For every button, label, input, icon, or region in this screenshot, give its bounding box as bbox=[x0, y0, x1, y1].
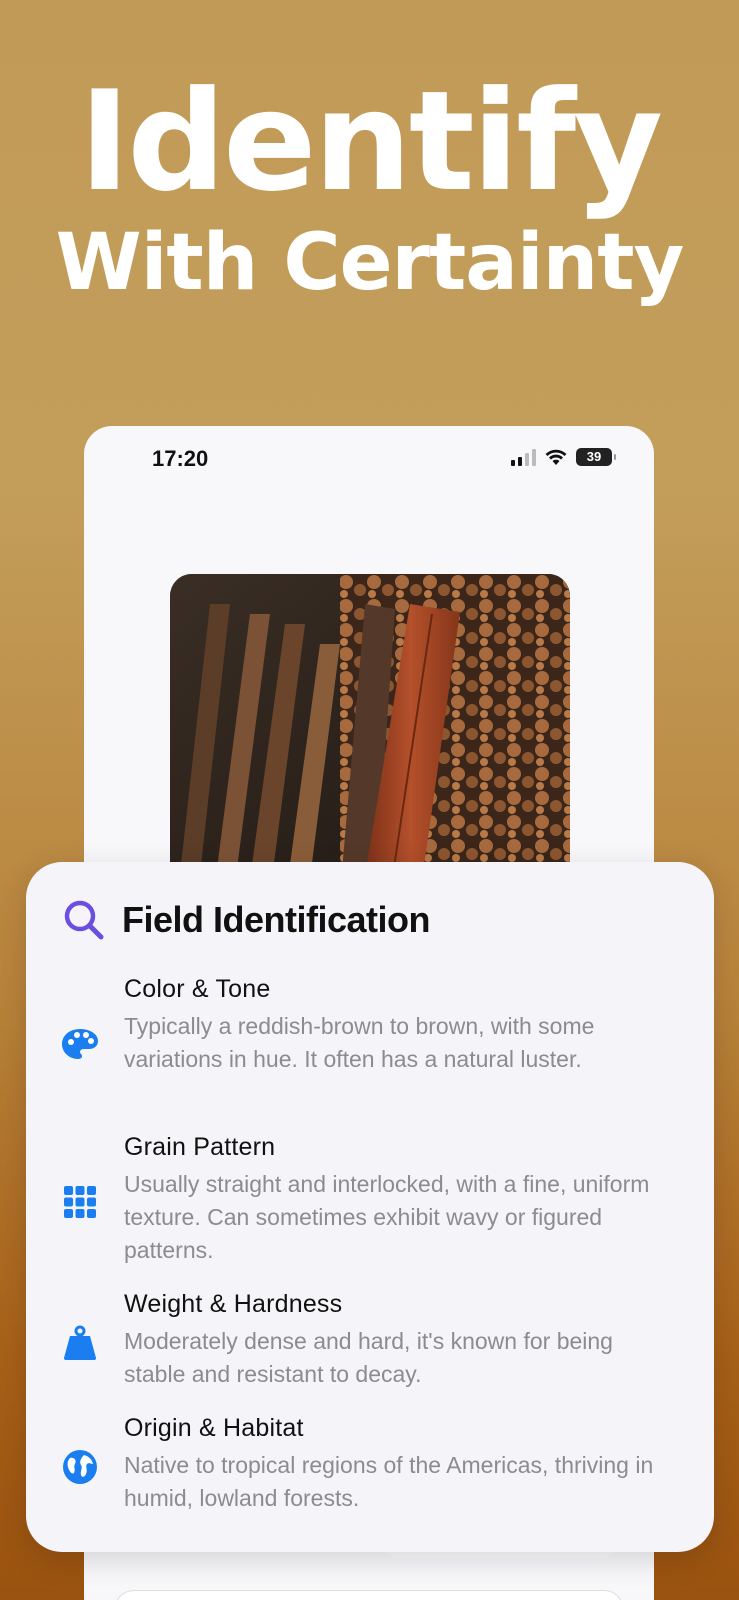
card-title: Field Identification bbox=[122, 899, 431, 940]
item-description: Native to tropical regions of the Americ… bbox=[124, 1452, 654, 1511]
weight-icon bbox=[60, 1323, 100, 1363]
headline: Identify With Certainty bbox=[0, 61, 739, 309]
palette-icon bbox=[60, 1024, 100, 1064]
item-title: Grain Pattern bbox=[124, 1133, 276, 1161]
item-text: Color & Tone Typically a reddish-brown t… bbox=[124, 972, 664, 1076]
wifi-icon bbox=[545, 449, 567, 465]
item-title: Color & Tone bbox=[124, 975, 271, 1003]
item-text: Grain Pattern Usually straight and inter… bbox=[124, 1130, 664, 1267]
item-text: Weight & Hardness Moderately dense and h… bbox=[124, 1287, 664, 1391]
headline-title: Identify bbox=[78, 61, 663, 222]
magnifier-icon bbox=[64, 900, 104, 940]
bottom-field bbox=[114, 1590, 624, 1600]
stacked-wood-image bbox=[170, 574, 570, 894]
item-title: Weight & Hardness bbox=[124, 1290, 343, 1318]
card-header: Field Identification bbox=[62, 898, 431, 942]
grid-icon bbox=[60, 1182, 100, 1222]
headline-subtitle: With Certainty bbox=[55, 218, 685, 308]
globe-icon bbox=[60, 1447, 100, 1487]
item-text: Origin & Habitat Native to tropical regi… bbox=[124, 1411, 664, 1515]
item-description: Moderately dense and hard, it's known fo… bbox=[124, 1328, 613, 1387]
signal-icon bbox=[511, 448, 536, 466]
item-description: Usually straight and interlocked, with a… bbox=[124, 1171, 650, 1263]
field-identification-card: Field Identification Color & Tone Typica… bbox=[26, 862, 714, 1552]
status-icons: 39 bbox=[511, 448, 616, 466]
item-description: Typically a reddish-brown to brown, with… bbox=[124, 1013, 595, 1072]
status-time: 17:20 bbox=[152, 446, 209, 471]
battery-icon: 39 bbox=[576, 448, 616, 466]
item-title: Origin & Habitat bbox=[124, 1414, 304, 1442]
